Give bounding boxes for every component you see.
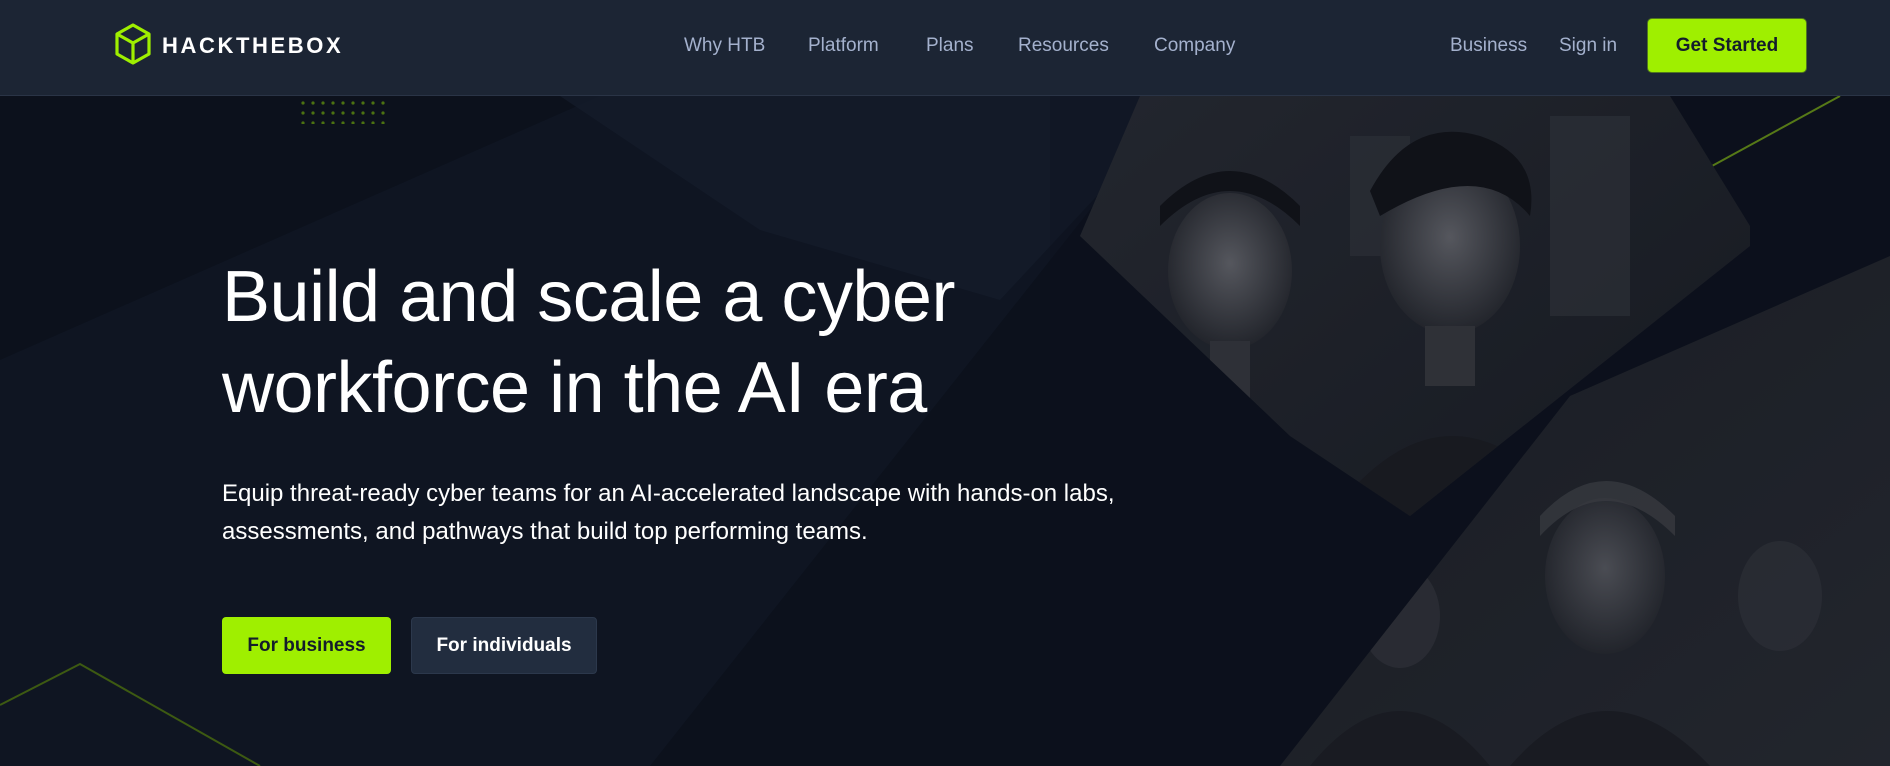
nav-business[interactable]: Business [1450,35,1527,57]
for-individuals-button[interactable]: For individuals [411,617,597,674]
nav-company[interactable]: Company [1154,35,1235,57]
nav-resources[interactable]: Resources [1018,35,1109,57]
logo-wordmark: HACKTHEBOX [162,33,344,58]
for-business-button[interactable]: For business [222,617,391,674]
nav-plans[interactable]: Plans [926,35,974,57]
sign-in-link[interactable]: Sign in [1559,35,1617,57]
hero-subtitle-line2: assessments, and pathways that build top… [222,518,868,545]
site-header: HACKTHEBOX Why HTB Platform Plans Resour… [0,0,1890,96]
hero-subtitle-line1: Equip threat-ready cyber teams for an AI… [222,480,1115,507]
hero-title: Build and scale a cyber workforce in the… [222,252,1122,434]
hero-subtitle: Equip threat-ready cyber teams for an AI… [222,475,1182,551]
hero-title-line2: workforce in the AI era [222,348,927,428]
page: HACKTHEBOX Why HTB Platform Plans Resour… [0,0,1890,766]
cube-logo-icon [114,22,152,70]
team-photo [1050,96,1890,766]
nav-platform[interactable]: Platform [808,35,879,57]
get-started-button[interactable]: Get Started [1648,19,1806,72]
logo[interactable]: HACKTHEBOX [114,22,344,70]
nav-why-htb[interactable]: Why HTB [684,35,765,57]
hero-title-line1: Build and scale a cyber [222,257,955,337]
